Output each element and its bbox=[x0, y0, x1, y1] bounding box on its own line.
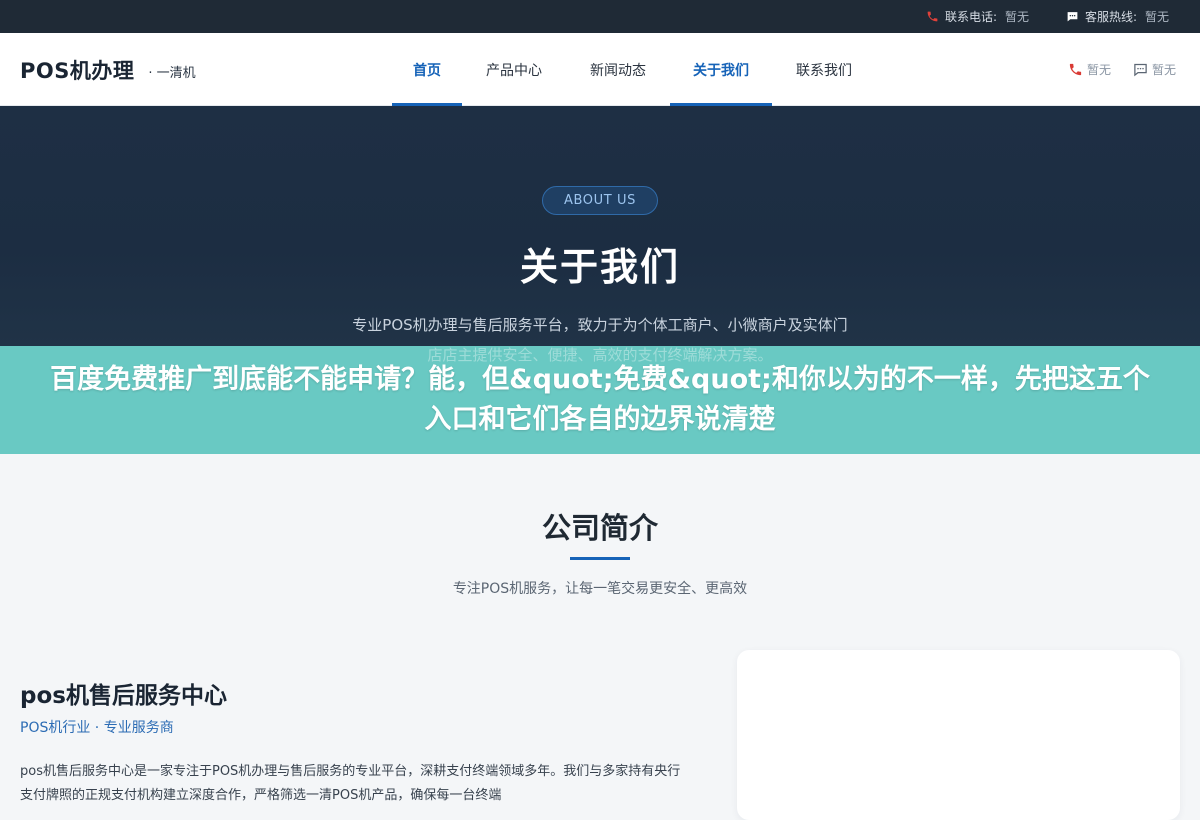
header-phone-value: 暂无 bbox=[1087, 63, 1112, 77]
header-phone[interactable]: 暂无 bbox=[1068, 33, 1111, 106]
main-nav: 首页 产品中心 新闻动态 关于我们 联系我们 bbox=[0, 33, 1200, 106]
topbar-phone[interactable]: 联系电话: 暂无 bbox=[926, 0, 1029, 33]
company-meta: POS机行业 · 专业服务商 bbox=[20, 720, 174, 736]
chat-icon bbox=[1133, 62, 1148, 77]
article-headline-banner[interactable]: 店店主提供安全、便捷、高效的支付终端解决方案。 百度免费推广到底能不能申请？能，… bbox=[0, 346, 1200, 454]
topbar-service[interactable]: 客服热线: 暂无 bbox=[1066, 0, 1169, 33]
hero-title: 关于我们 bbox=[519, 245, 680, 289]
nav-contact[interactable]: 联系我们 bbox=[784, 33, 864, 106]
about-hero: ABOUT US 关于我们 专业POS机办理与售后服务平台，致力于为个体工商户、… bbox=[0, 106, 1200, 346]
section-title: 公司简介 bbox=[541, 511, 658, 545]
phone-icon bbox=[926, 10, 939, 23]
site-header: POS机办理 · 一清机 首页 产品中心 新闻动态 关于我们 联系我们 暂无 暂 bbox=[0, 33, 1200, 106]
service-label: 客服热线: bbox=[1085, 10, 1138, 24]
phone-label: 联系电话: bbox=[945, 10, 998, 24]
nav-products[interactable]: 产品中心 bbox=[474, 33, 554, 106]
nav-contact-label: 联系我们 bbox=[796, 62, 852, 79]
header-chat[interactable]: 暂无 bbox=[1133, 33, 1176, 106]
nav-home-label: 首页 bbox=[413, 62, 441, 79]
service-value: 暂无 bbox=[1145, 10, 1170, 24]
hero-description: 专业POS机办理与售后服务平台，致力于为个体工商户、小微商户及实体门 bbox=[352, 316, 848, 334]
headline-text: 百度免费推广到底能不能申请？能，但&quot;免费&quot;和你以为的不一样，… bbox=[50, 364, 1150, 435]
company-name: pos机售后服务中心 bbox=[20, 683, 227, 709]
phone-value: 暂无 bbox=[1005, 10, 1030, 24]
nav-news-label: 新闻动态 bbox=[590, 62, 646, 79]
nav-about-label: 关于我们 bbox=[693, 62, 749, 79]
nav-products-label: 产品中心 bbox=[486, 62, 542, 79]
nav-home[interactable]: 首页 bbox=[392, 33, 462, 106]
nav-news[interactable]: 新闻动态 bbox=[578, 33, 658, 106]
section-title-underline bbox=[570, 557, 630, 560]
phone-icon bbox=[1068, 62, 1083, 77]
top-bar: 联系电话: 暂无 客服热线: 暂无 bbox=[0, 0, 1200, 33]
chat-icon bbox=[1066, 10, 1079, 23]
about-us-pill: ABOUT US bbox=[542, 186, 658, 215]
nav-about[interactable]: 关于我们 bbox=[670, 33, 772, 106]
company-image-panel bbox=[737, 650, 1180, 820]
section-subtitle: 专注POS机服务，让每一笔交易更安全、更高效 bbox=[452, 581, 748, 597]
header-chat-value: 暂无 bbox=[1152, 63, 1177, 77]
company-description: pos机售后服务中心是一家专注于POS机办理与售后服务的专业平台，深耕支付终端领… bbox=[20, 764, 681, 803]
